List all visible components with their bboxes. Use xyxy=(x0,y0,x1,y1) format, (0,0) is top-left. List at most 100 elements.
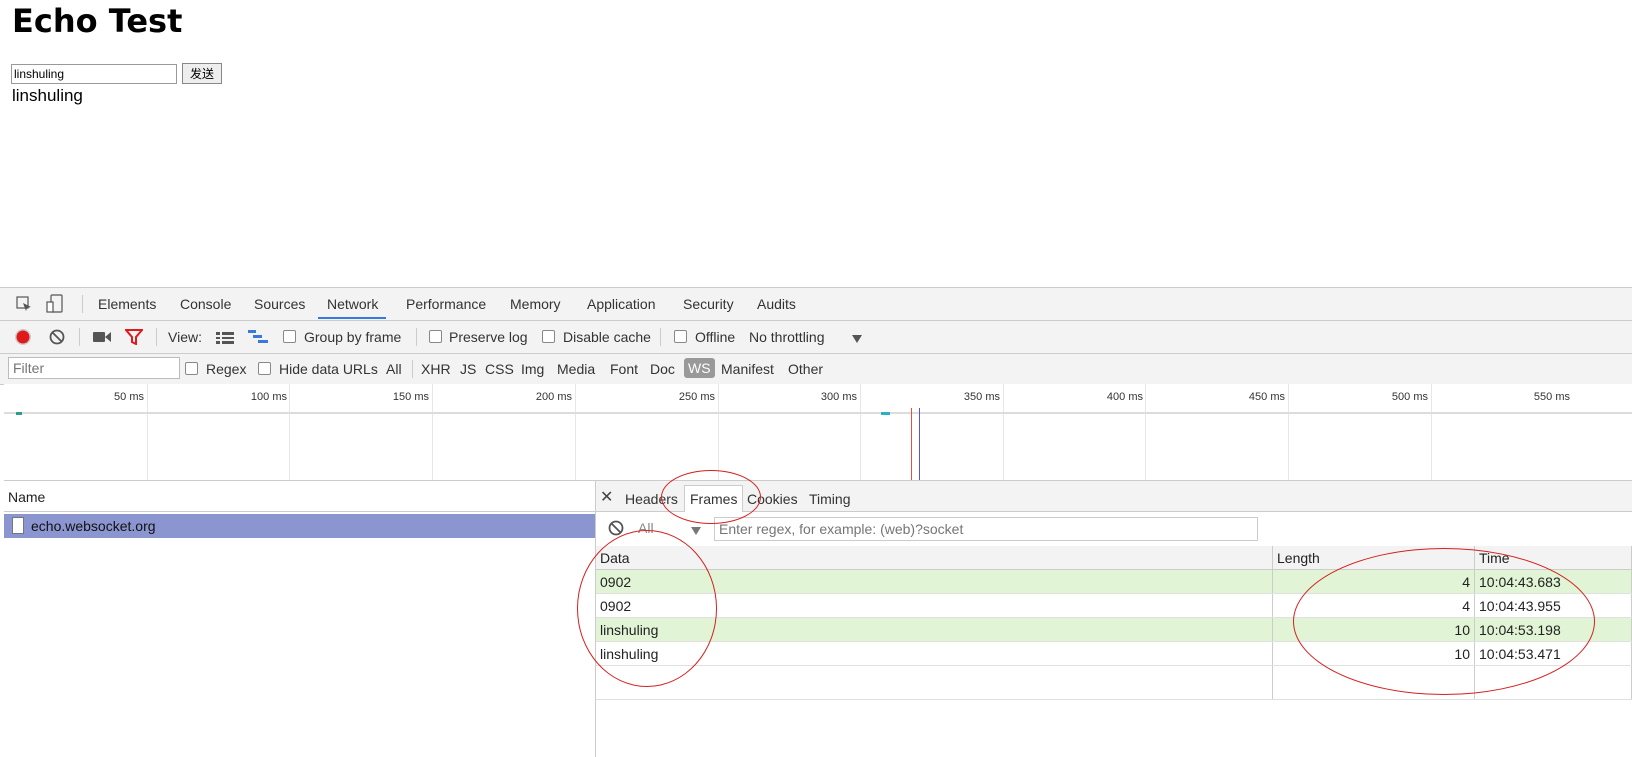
frame-time: 10:04:43.955 xyxy=(1474,593,1632,618)
filter-icon[interactable] xyxy=(123,329,145,346)
time-column-header[interactable]: Time xyxy=(1474,546,1632,570)
request-name: echo.websocket.org xyxy=(31,518,156,534)
frame-length: 10 xyxy=(1272,641,1475,666)
tab-timing[interactable]: Timing xyxy=(809,491,851,507)
length-column-header[interactable]: Length xyxy=(1272,546,1475,570)
domcontentloaded-marker xyxy=(919,408,920,480)
hide-data-urls-label: Hide data URLs xyxy=(279,361,378,377)
regex-checkbox[interactable] xyxy=(185,362,198,375)
frame-row[interactable]: linshuling 10 10:04:53.471 xyxy=(596,641,1632,666)
filter-type-img[interactable]: Img xyxy=(521,361,544,377)
tab-security[interactable]: Security xyxy=(683,296,734,312)
filter-type-all[interactable]: All xyxy=(386,361,402,377)
data-column-header[interactable]: Data xyxy=(596,546,1273,570)
tab-application[interactable]: Application xyxy=(587,296,656,312)
divider xyxy=(156,328,157,346)
record-icon[interactable] xyxy=(14,328,32,346)
frame-row[interactable]: linshuling 10 10:04:53.198 xyxy=(596,617,1632,642)
filter-type-xhr[interactable]: XHR xyxy=(421,361,451,377)
tab-frames[interactable]: Frames xyxy=(684,485,744,512)
frames-regex-input[interactable] xyxy=(714,517,1258,541)
request-row[interactable]: echo.websocket.org xyxy=(4,514,595,538)
tick-label: 500 ms xyxy=(1391,391,1428,403)
filter-type-manifest[interactable]: Manifest xyxy=(721,361,774,377)
filter-type-media[interactable]: Media xyxy=(557,361,595,377)
tab-network[interactable]: Network xyxy=(318,296,387,319)
tick-label: 550 ms xyxy=(1533,391,1570,403)
tick-label: 250 ms xyxy=(678,391,715,403)
divider xyxy=(416,328,417,346)
name-header-label: Name xyxy=(8,489,46,505)
hide-data-urls-checkbox[interactable] xyxy=(258,362,271,375)
tab-console[interactable]: Console xyxy=(180,296,231,312)
disable-cache-checkbox[interactable] xyxy=(542,330,555,343)
waterfall-icon[interactable] xyxy=(248,330,268,344)
tick-label: 450 ms xyxy=(1248,391,1285,403)
load-event-marker xyxy=(911,408,912,480)
disable-cache-label: Disable cache xyxy=(563,329,651,345)
request-detail-pane: ✕ Headers Frames Cookies Timing All Data… xyxy=(596,481,1632,757)
preserve-log-checkbox[interactable] xyxy=(429,330,442,343)
message-input[interactable] xyxy=(11,64,177,84)
frame-row[interactable]: 0902 4 10:04:43.955 xyxy=(596,593,1632,618)
device-toolbar-icon[interactable] xyxy=(46,294,64,314)
send-button[interactable]: 发送 xyxy=(182,63,222,84)
chevron-down-icon[interactable] xyxy=(690,523,702,535)
filter-type-js[interactable]: JS xyxy=(460,361,476,377)
network-filter-bar: Regex Hide data URLs All XHR JS CSS Img … xyxy=(0,354,1632,385)
capture-screenshots-icon[interactable] xyxy=(92,330,112,344)
frame-length: 10 xyxy=(1272,617,1475,642)
preserve-log-label: Preserve log xyxy=(449,329,528,345)
timeline-overview[interactable]: 50 ms 100 ms 150 ms 200 ms 250 ms 300 ms… xyxy=(4,384,1632,481)
divider xyxy=(82,295,83,313)
large-rows-icon[interactable] xyxy=(216,331,234,344)
timeline-request-bar xyxy=(16,412,22,415)
offline-checkbox[interactable] xyxy=(674,330,687,343)
page-title: Echo Test xyxy=(12,2,183,40)
frame-row[interactable]: 0902 4 10:04:43.683 xyxy=(596,569,1632,594)
name-column-header[interactable]: Name xyxy=(4,481,595,512)
close-icon[interactable]: ✕ xyxy=(600,487,613,507)
tick-label: 400 ms xyxy=(1106,391,1143,403)
tab-performance[interactable]: Performance xyxy=(406,296,486,312)
regex-label: Regex xyxy=(206,361,247,377)
frame-data: 0902 xyxy=(596,569,1273,594)
timeline-gridline xyxy=(432,384,433,480)
offline-label: Offline xyxy=(695,329,736,345)
tick-label: 100 ms xyxy=(250,391,287,403)
frame-data: linshuling xyxy=(596,617,1273,642)
filter-input[interactable] xyxy=(8,357,180,379)
frames-filter-select[interactable]: All xyxy=(638,520,654,536)
tab-elements[interactable]: Elements xyxy=(98,296,156,312)
filter-type-font[interactable]: Font xyxy=(610,361,638,377)
filter-type-css[interactable]: CSS xyxy=(485,361,514,377)
view-label: View: xyxy=(168,329,202,345)
timeline-gridline xyxy=(718,384,719,480)
timeline-gridline xyxy=(575,384,576,480)
tab-memory[interactable]: Memory xyxy=(510,296,561,312)
clear-frames-icon[interactable] xyxy=(608,520,624,536)
group-by-frame-checkbox[interactable] xyxy=(283,330,296,343)
frames-header-row: Data Length Time xyxy=(596,546,1632,570)
filter-type-other[interactable]: Other xyxy=(788,361,823,377)
tick-label: 50 ms xyxy=(114,391,144,403)
request-list: Name echo.websocket.org xyxy=(4,481,596,757)
inspect-element-icon[interactable] xyxy=(16,296,32,312)
frame-length: 4 xyxy=(1272,569,1475,594)
frame-row-empty xyxy=(596,665,1632,700)
frame-time: 10:04:43.683 xyxy=(1474,569,1632,594)
filter-type-ws[interactable]: WS xyxy=(684,358,715,378)
tab-sources[interactable]: Sources xyxy=(254,296,305,312)
group-by-frame-label: Group by frame xyxy=(304,329,402,345)
frames-table: Data Length Time 0902 4 10:04:43.683 090… xyxy=(596,546,1632,700)
tab-audits[interactable]: Audits xyxy=(757,296,796,312)
throttling-select[interactable]: No throttling xyxy=(749,329,824,345)
timeline-gridline xyxy=(147,384,148,480)
clear-icon[interactable] xyxy=(49,329,65,345)
chevron-down-icon[interactable] xyxy=(851,331,863,343)
tab-cookies[interactable]: Cookies xyxy=(747,491,798,507)
filter-type-doc[interactable]: Doc xyxy=(650,361,675,377)
tab-headers[interactable]: Headers xyxy=(625,491,678,507)
frame-length: 4 xyxy=(1272,593,1475,618)
timeline-request-bar xyxy=(881,412,890,415)
